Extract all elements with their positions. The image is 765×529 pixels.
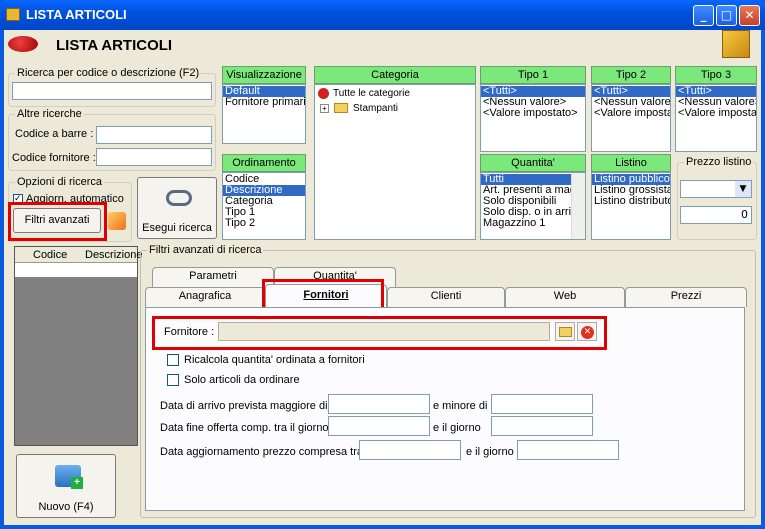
ricerca-legend: Ricerca per codice o descrizione (F2) — [15, 67, 202, 79]
tipo1-list[interactable]: <Tutti> <Nessun valore> <Valore impostat… — [480, 84, 586, 152]
aggiorn-to-input[interactable] — [517, 440, 619, 460]
tab-prezzi[interactable]: Prezzi — [625, 287, 747, 307]
prezzo-legend: Prezzo listino — [684, 156, 754, 168]
filtri-avanzati-label: Filtri avanzati — [24, 214, 90, 226]
esegui-ricerca-label: Esegui ricerca — [142, 222, 212, 234]
scrollbar[interactable] — [571, 173, 585, 239]
tab-label: Clienti — [430, 290, 462, 302]
fine-offerta-label: Data fine offerta comp. tra il giorno — [160, 422, 329, 434]
altre-ricerche-legend: Altre ricerche — [15, 108, 84, 120]
title-bar[interactable]: LISTA ARTICOLI _ □ ✕ — [0, 0, 765, 30]
strawberry-icon — [8, 36, 38, 52]
close-button[interactable]: ✕ — [739, 5, 760, 26]
tipo3-header: Tipo 3 — [675, 66, 757, 84]
categoria-tree[interactable]: Tutte le categorie + Stampanti — [314, 84, 476, 240]
list-item[interactable]: <Valore impostat — [676, 108, 756, 119]
header-band: LISTA ARTICOLI — [4, 30, 761, 60]
aggiorn-from-input[interactable] — [359, 440, 461, 460]
arrivo-label: Data di arrivo prevista maggiore di — [160, 400, 328, 412]
list-item[interactable]: <Valore impostato> — [481, 108, 585, 119]
fornitore-code-label: Codice fornitore : — [12, 152, 96, 164]
tab-parametri[interactable]: Parametri — [152, 267, 274, 287]
filtri-legend: Filtri avanzati di ricerca — [147, 244, 264, 256]
categoria-header: Categoria — [314, 66, 476, 84]
column-header-descrizione[interactable]: Descrizione — [85, 249, 142, 261]
list-item[interactable]: <Valore impostat — [592, 108, 670, 119]
ricalcola-label: Ricalcola quantita' ordinata a fornitori — [184, 354, 365, 366]
folder-icon — [334, 103, 348, 113]
barcode-input[interactable] — [96, 126, 212, 144]
tab-label: Prezzi — [670, 290, 702, 302]
solo-ordinare-checkbox[interactable] — [167, 374, 179, 386]
tipo2-list[interactable]: <Tutti> <Nessun valore> <Valore impostat — [591, 84, 671, 152]
tab-label: Parametri — [189, 270, 237, 282]
prezzo-group: Prezzo listino — [677, 156, 757, 240]
page-title: LISTA ARTICOLI — [56, 37, 173, 54]
tree-child[interactable]: Stampanti — [353, 103, 398, 114]
barcode-label: Codice a barre : — [15, 128, 94, 140]
maximize-button[interactable]: □ — [716, 5, 737, 26]
tab-clienti[interactable]: Clienti — [387, 287, 505, 307]
tab-anagrafica[interactable]: Anagrafica — [145, 287, 265, 307]
visualizzazione-header: Visualizzazione — [222, 66, 306, 84]
ordinamento-header: Ordinamento — [222, 154, 306, 172]
app-icon — [6, 8, 20, 21]
tree-root[interactable]: Tutte le categorie — [333, 88, 410, 99]
solo-ordinare-label: Solo articoli da ordinare — [184, 374, 300, 386]
nuovo-button[interactable]: + Nuovo (F4) — [16, 454, 116, 518]
quantita-list[interactable]: Tutti Art. presenti a magaz Solo disponi… — [480, 172, 586, 240]
expand-icon[interactable]: + — [320, 104, 329, 113]
list-item[interactable]: Magazzino 1 — [481, 218, 585, 229]
filtri-avanzati-button[interactable]: Filtri avanzati — [13, 208, 101, 233]
application-window: LISTA ARTICOLI _ □ ✕ LISTA ARTICOLI Rice… — [0, 0, 765, 529]
plus-icon: + — [71, 477, 83, 489]
tab-web[interactable]: Web — [505, 287, 625, 307]
box-icon — [722, 30, 750, 58]
chevron-down-icon[interactable]: ▼ — [735, 181, 751, 197]
tipo2-header: Tipo 2 — [591, 66, 671, 84]
aggiornamento-label: Data aggiornamento prezzo compresa tra — [160, 446, 363, 458]
list-item[interactable]: Fornitore primario — [223, 97, 305, 108]
nuovo-label: Nuovo (F4) — [38, 501, 94, 513]
prezzo-input[interactable]: 0 — [680, 206, 752, 224]
list-item[interactable]: Listino distributore — [592, 196, 670, 207]
arrivo-from-input[interactable] — [328, 394, 430, 414]
binoculars-icon — [166, 190, 192, 206]
opzioni-legend: Opzioni di ricerca — [15, 176, 104, 188]
tab-label: Web — [553, 290, 577, 302]
quantita-header: Quantita' — [480, 154, 586, 172]
prezzo-select[interactable]: ▼ — [680, 180, 752, 198]
client-area: LISTA ARTICOLI Ricerca per codice o desc… — [4, 30, 761, 525]
egiorno-label-1: e il giorno — [433, 422, 481, 434]
fornitore-highlight — [152, 316, 607, 350]
minore-label: e minore di — [433, 400, 488, 412]
esegui-ricerca-button[interactable]: Esegui ricerca — [137, 177, 217, 239]
listino-header: Listino — [591, 154, 671, 172]
results-grid[interactable]: Codice Descrizione — [14, 246, 142, 446]
prezzo-value: 0 — [741, 208, 748, 221]
listino-list[interactable]: Listino pubblico Listino grossista Listi… — [591, 172, 671, 240]
minimize-button[interactable]: _ — [693, 5, 714, 26]
grid-row[interactable] — [15, 263, 137, 277]
tab-label: Anagrafica — [178, 290, 232, 302]
tipo3-list[interactable]: <Tutti> <Nessun valore> <Valore impostat — [675, 84, 757, 152]
tipo1-header: Tipo 1 — [480, 66, 586, 84]
search-input[interactable] — [12, 82, 212, 100]
visualizzazione-list[interactable]: Default Fornitore primario — [222, 84, 306, 144]
fine-to-input[interactable] — [491, 416, 593, 436]
column-header-codice[interactable]: Codice — [33, 249, 67, 261]
pencil-icon[interactable] — [108, 212, 126, 230]
fornitore-code-input[interactable] — [96, 148, 212, 166]
egiorno-label-2: e il giorno — [466, 446, 514, 458]
list-item[interactable]: Tipo 2 — [223, 218, 305, 229]
arrivo-to-input[interactable] — [491, 394, 593, 414]
ricalcola-checkbox[interactable] — [167, 354, 179, 366]
ordinamento-list[interactable]: Codice Descrizione Categoria Tipo 1 Tipo… — [222, 172, 306, 240]
strawberry-icon — [318, 88, 329, 99]
window-title: LISTA ARTICOLI — [26, 7, 127, 22]
fine-from-input[interactable] — [328, 416, 430, 436]
